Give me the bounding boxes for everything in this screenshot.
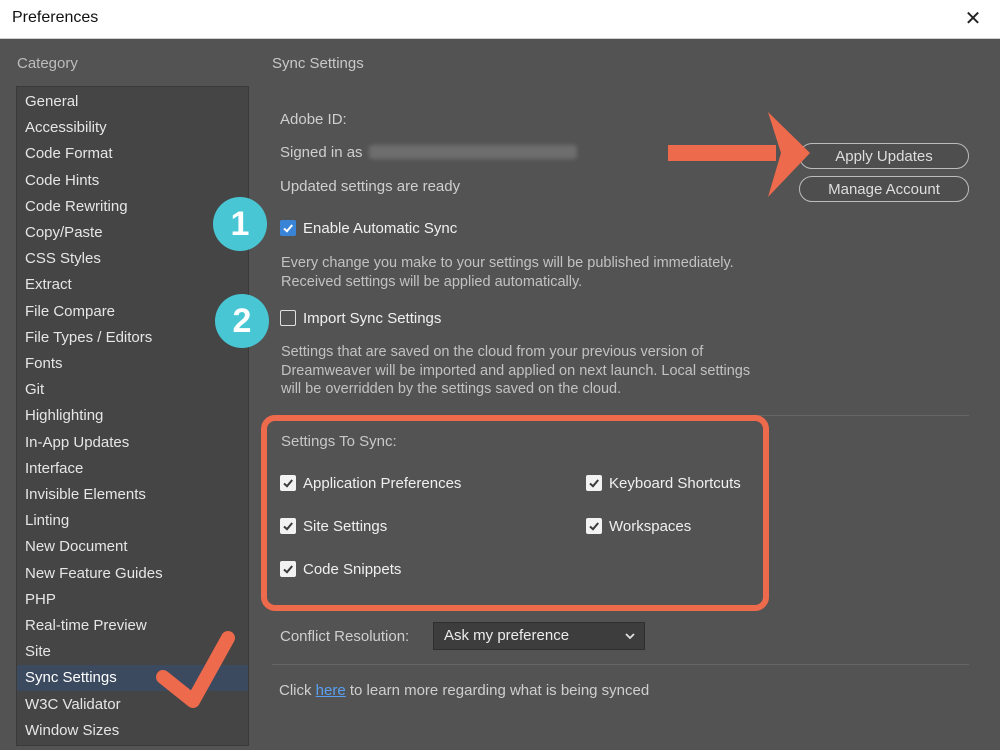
sidebar-item-interface[interactable]: Interface bbox=[17, 456, 248, 482]
sidebar-item-new-feature-guides[interactable]: New Feature Guides bbox=[17, 561, 248, 587]
description-line: will be overridden by the settings saved… bbox=[281, 381, 622, 397]
sidebar-item-real-time-preview[interactable]: Real-time Preview bbox=[17, 613, 248, 639]
enable-auto-sync-label: Enable Automatic Sync bbox=[303, 220, 458, 237]
description-line: Settings that are saved on the cloud fro… bbox=[281, 344, 704, 360]
redacted-email bbox=[369, 145, 577, 159]
footer-click-text: Click bbox=[279, 682, 312, 699]
sidebar-item-site[interactable]: Site bbox=[17, 639, 248, 665]
apply-updates-button[interactable]: Apply Updates bbox=[799, 143, 969, 169]
chevron-down-icon bbox=[624, 623, 636, 658]
sidebar-item-file-types-editors[interactable]: File Types / Editors bbox=[17, 325, 248, 351]
sidebar-item-window-sizes[interactable]: Window Sizes bbox=[17, 718, 248, 744]
sidebar-item-code-hints[interactable]: Code Hints bbox=[17, 168, 248, 194]
import-sync-checkbox[interactable] bbox=[280, 310, 296, 326]
conflict-resolution-select[interactable]: Ask my preference bbox=[433, 622, 645, 650]
description-line: Dreamweaver will be imported and applied… bbox=[281, 362, 751, 379]
close-icon[interactable]: ✕ bbox=[960, 6, 986, 32]
window-title: Preferences bbox=[12, 9, 99, 26]
sidebar-item-general[interactable]: General bbox=[17, 89, 248, 115]
category-heading: Category bbox=[17, 55, 78, 72]
enable-auto-sync-checkbox[interactable] bbox=[280, 220, 296, 236]
description-line: Every change you make to your settings w… bbox=[281, 255, 734, 271]
step-badge-1: 1 bbox=[213, 197, 267, 251]
title-bar: Preferences ✕ bbox=[0, 0, 1000, 39]
sidebar-item-highlighting[interactable]: Highlighting bbox=[17, 403, 248, 429]
category-list: General Accessibility Code Format Code Hint… bbox=[16, 86, 249, 746]
footer-rest-text: to learn more regarding what is being sy… bbox=[349, 682, 650, 699]
sidebar-item-sync-settings[interactable]: Sync Settings bbox=[17, 665, 248, 692]
separator bbox=[272, 664, 969, 665]
footer-text: Click here to learn more regarding what … bbox=[279, 682, 649, 699]
sidebar-item-css-styles[interactable]: CSS Styles bbox=[17, 246, 248, 272]
signed-in-label: Signed in as bbox=[280, 144, 363, 161]
sidebar-item-linting[interactable]: Linting bbox=[17, 508, 248, 534]
description-line: Received settings will be applied automa… bbox=[281, 273, 583, 290]
learn-more-link[interactable]: here bbox=[316, 682, 346, 699]
section-title: Sync Settings bbox=[272, 55, 364, 72]
sidebar-item-invisible-elements[interactable]: Invisible Elements bbox=[17, 482, 248, 508]
sidebar-item-new-document[interactable]: New Document bbox=[17, 534, 248, 560]
sidebar-item-extract[interactable]: Extract bbox=[17, 272, 248, 298]
conflict-resolution-label: Conflict Resolution: bbox=[280, 628, 410, 645]
step-badge-2: 2 bbox=[215, 294, 269, 348]
sidebar-item-php[interactable]: PHP bbox=[17, 587, 248, 613]
arrow-right-icon bbox=[668, 112, 810, 197]
import-sync-description: Settings that are saved on the cloud fro… bbox=[281, 343, 801, 399]
sidebar-item-fonts[interactable]: Fonts bbox=[17, 351, 248, 377]
checkmark-icon bbox=[283, 224, 293, 233]
sidebar-item-accessibility[interactable]: Accessibility bbox=[17, 115, 248, 141]
import-sync-label: Import Sync Settings bbox=[303, 310, 442, 327]
enable-auto-sync-description: Every change you make to your settings w… bbox=[281, 254, 801, 291]
manage-account-button[interactable]: Manage Account bbox=[799, 176, 969, 202]
highlight-box bbox=[261, 415, 769, 611]
sidebar-item-w3c-validator[interactable]: W3C Validator bbox=[17, 692, 248, 718]
sidebar-item-file-compare[interactable]: File Compare bbox=[17, 299, 248, 325]
conflict-resolution-value: Ask my preference bbox=[444, 627, 570, 644]
sidebar-item-in-app-updates[interactable]: In-App Updates bbox=[17, 430, 248, 456]
updated-settings-label: Updated settings are ready bbox=[280, 178, 461, 195]
adobe-id-label: Adobe ID: bbox=[280, 111, 347, 128]
sidebar-item-code-format[interactable]: Code Format bbox=[17, 141, 248, 167]
sidebar-item-git[interactable]: Git bbox=[17, 377, 248, 403]
